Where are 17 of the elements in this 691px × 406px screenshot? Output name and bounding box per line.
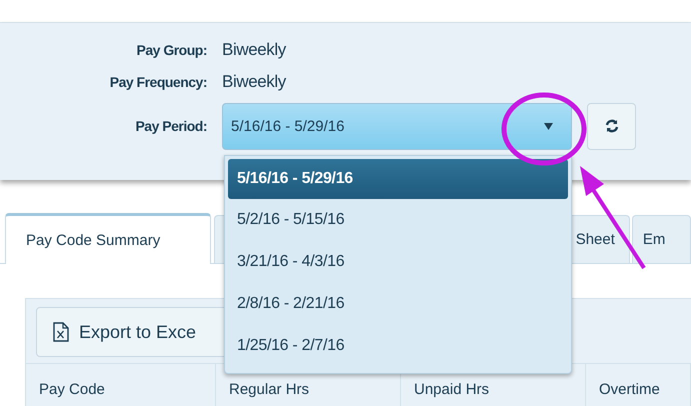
tab[interactable]: Em — [632, 215, 691, 263]
caret-icon — [544, 122, 553, 130]
pay-period-dropdown[interactable]: 5/16/16 - 5/29/16 — [222, 102, 572, 150]
field-label: Pay Period: — [134, 118, 207, 134]
excel-file-icon — [53, 322, 69, 342]
refresh-button[interactable] — [587, 102, 636, 150]
dropdown-option[interactable]: 3/21/16 - 4/3/16 — [228, 241, 568, 283]
field-value: Biweekly — [222, 40, 286, 60]
field-label: Pay Group: — [136, 42, 207, 58]
dropdown-option[interactable]: 5/16/16 - 5/29/16 — [228, 159, 568, 199]
tab[interactable]: Pay Code Summary — [5, 213, 212, 264]
column-header[interactable]: Pay Code — [26, 364, 216, 406]
refresh-icon — [604, 119, 618, 133]
field-label: Pay Frequency: — [108, 74, 207, 90]
column-header[interactable]: Overtime — [586, 364, 691, 406]
field-value: Biweekly — [222, 72, 286, 92]
dropdown-option[interactable]: 5/2/16 - 5/15/16 — [228, 199, 568, 241]
